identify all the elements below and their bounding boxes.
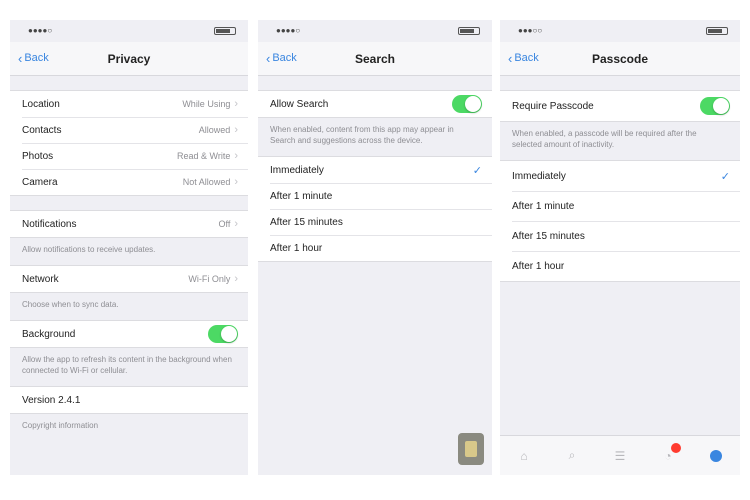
row-label: Photos — [22, 150, 54, 162]
profile-icon[interactable] — [708, 448, 724, 464]
page-title: Passcode — [591, 52, 649, 66]
row-value: Allowed — [198, 125, 231, 135]
list-icon[interactable]: ☰ — [612, 448, 628, 464]
toggle-footer: When enabled, content from this app may … — [270, 125, 454, 145]
battery-icon — [458, 27, 480, 35]
version-group: Version 2.4.1 — [10, 386, 248, 414]
row-label: After 1 minute — [512, 200, 575, 212]
row-label: After 15 minutes — [512, 230, 585, 242]
navigation-bar: ‹ Back Passcode — [500, 42, 740, 76]
network-footer: Choose when to sync data. — [22, 300, 119, 309]
navigation-bar: ‹ Back Search — [258, 42, 492, 76]
toggle-footer: When enabled, a passcode will be require… — [512, 129, 697, 149]
row-label: Allow Search — [270, 98, 329, 110]
settings-row-require-passcode: Require Passcode — [500, 91, 740, 121]
row-label: After 1 hour — [270, 242, 323, 254]
notification-badge — [671, 442, 681, 453]
permissions-group: Location While Using › Contacts Allowed … — [10, 90, 248, 196]
floating-action-button[interactable] — [458, 433, 484, 465]
toggle-group: Allow Search — [258, 90, 492, 118]
privacy-screen: ●●●●○ ‹ Back Privacy Location While Usin… — [10, 20, 248, 475]
battery-icon — [706, 27, 728, 35]
network-group: Network Wi-Fi Only › — [10, 265, 248, 293]
search-icon[interactable]: ⌕ — [564, 448, 580, 464]
row-label: Location — [22, 98, 60, 110]
settings-row-location[interactable]: Location While Using › — [10, 91, 248, 117]
battery-icon — [214, 27, 236, 35]
row-value: Not Allowed — [182, 177, 231, 187]
row-value: Wi-Fi Only — [188, 274, 231, 284]
signal-strength: ●●●●○ — [28, 26, 53, 35]
signal-strength: ●●●○○ — [518, 26, 543, 35]
settings-row-allow-search: Allow Search — [258, 91, 492, 117]
signal-strength: ●●●●○ — [276, 26, 301, 35]
row-label: Immediately — [512, 170, 566, 182]
search-screen: ●●●●○ ‹ Back Search Allow Search When en… — [258, 20, 492, 475]
row-label: Require Passcode — [512, 100, 594, 112]
settings-row-photos[interactable]: Photos Read & Write › — [10, 143, 248, 169]
notifications-footer: Allow notifications to receive updates. — [22, 245, 156, 254]
require-passcode-toggle[interactable] — [700, 97, 730, 115]
chevron-right-icon: › — [234, 273, 238, 285]
option-row[interactable]: Immediately ✓ — [258, 157, 492, 183]
row-label: Immediately — [270, 164, 324, 176]
passcode-screen: ●●●○○ ‹ Back Passcode Require Passcode W… — [500, 20, 740, 475]
settings-row-version: Version 2.4.1 — [10, 387, 248, 413]
settings-row-network[interactable]: Network Wi-Fi Only › — [10, 266, 248, 292]
toggle-group: Require Passcode — [500, 90, 740, 122]
settings-row-notifications[interactable]: Notifications Off › — [10, 211, 248, 237]
row-value: While Using — [182, 99, 231, 109]
chevron-right-icon: › — [234, 176, 238, 188]
row-value: Read & Write — [176, 151, 231, 161]
checkmark-icon: ✓ — [720, 170, 730, 183]
bell-icon[interactable]: ◔ — [660, 442, 681, 464]
row-label: Version 2.4.1 — [22, 394, 81, 406]
tab-bar: ⌂ ⌕ ☰ ◔ — [500, 435, 740, 475]
background-group: Background — [10, 320, 248, 348]
page-title: Search — [354, 52, 396, 66]
navigation-bar: ‹ Back Privacy — [10, 42, 248, 76]
row-label: Network — [22, 273, 59, 285]
settings-row-background: Background — [10, 321, 248, 347]
option-row[interactable]: After 1 hour — [500, 251, 740, 281]
chevron-right-icon: › — [234, 124, 238, 136]
row-label: Background — [22, 328, 76, 340]
page-title: Privacy — [107, 52, 151, 66]
status-bar: ●●●●○ — [10, 20, 248, 42]
version-footer: Copyright information — [22, 421, 99, 430]
chevron-right-icon: › — [234, 150, 238, 162]
option-row[interactable]: After 15 minutes — [500, 221, 740, 251]
row-label: After 15 minutes — [270, 216, 343, 228]
option-row[interactable]: After 1 hour — [258, 235, 492, 261]
allow-search-toggle[interactable] — [452, 95, 482, 113]
background-footer: Allow the app to refresh its content in … — [22, 355, 232, 375]
row-label: After 1 hour — [512, 260, 565, 272]
notifications-group: Notifications Off › — [10, 210, 248, 238]
options-group: Immediately ✓ After 1 minute After 15 mi… — [258, 156, 492, 262]
option-row[interactable]: After 1 minute — [500, 191, 740, 221]
chevron-right-icon: › — [234, 98, 238, 110]
status-bar: ●●●○○ — [500, 20, 740, 42]
row-label: After 1 minute — [270, 190, 333, 202]
background-toggle[interactable] — [208, 325, 238, 343]
options-group: Immediately ✓ After 1 minute After 15 mi… — [500, 160, 740, 282]
document-icon — [465, 441, 477, 457]
home-icon[interactable]: ⌂ — [516, 448, 532, 464]
row-value: Off — [218, 219, 231, 229]
checkmark-icon: ✓ — [472, 164, 482, 177]
row-label: Camera — [22, 176, 58, 188]
row-label: Notifications — [22, 218, 77, 230]
option-row[interactable]: After 15 minutes — [258, 209, 492, 235]
settings-row-camera[interactable]: Camera Not Allowed › — [10, 169, 248, 195]
chevron-right-icon: › — [234, 218, 238, 230]
settings-row-contacts[interactable]: Contacts Allowed › — [10, 117, 248, 143]
option-row[interactable]: Immediately ✓ — [500, 161, 740, 191]
option-row[interactable]: After 1 minute — [258, 183, 492, 209]
row-label: Contacts — [22, 124, 62, 136]
status-bar: ●●●●○ — [258, 20, 492, 42]
